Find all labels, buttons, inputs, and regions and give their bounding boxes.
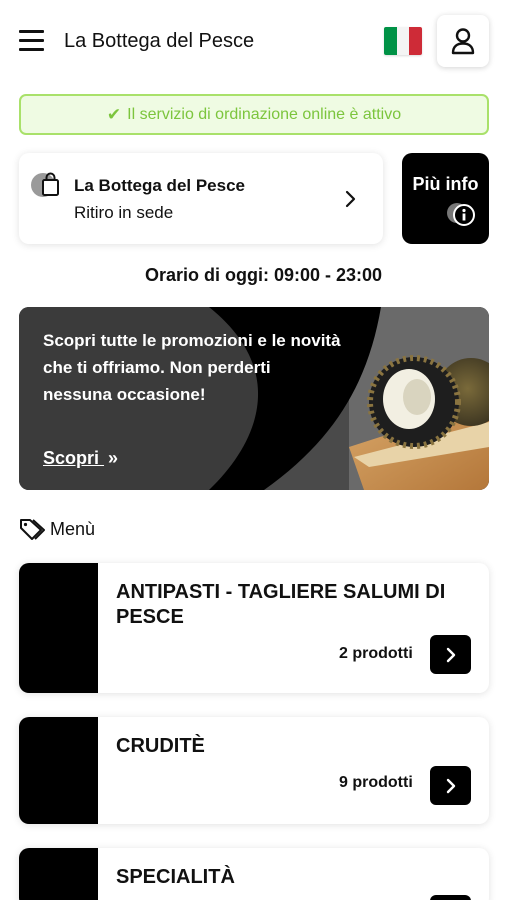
category-product-count: 2 prodotti <box>339 645 413 662</box>
shopping-bag-icon <box>31 172 59 197</box>
chevron-right-icon <box>446 647 455 662</box>
today-opening-hours: Orario di oggi: 09:00 - 23:00 <box>144 265 383 285</box>
category-image <box>19 848 98 900</box>
category-product-count: 9 prodotti <box>339 774 413 791</box>
user-account-button[interactable] <box>437 15 489 67</box>
italy-flag-icon[interactable] <box>384 27 422 55</box>
hamburger-icon[interactable] <box>19 30 44 51</box>
store-name: La Bottega del Pesce <box>74 176 246 195</box>
menu-category-card[interactable]: CRUDITÈ 9 prodotti <box>19 717 489 824</box>
chevron-right-icon <box>446 778 455 793</box>
tag-icon <box>20 519 45 540</box>
service-status-banner: ✔ Il servizio di ordinazione online è at… <box>19 94 489 135</box>
info-icon <box>447 203 475 226</box>
category-image <box>19 563 98 693</box>
category-title: SPECIALITÀ <box>116 866 235 888</box>
promo-text: Scopri tutte le promozioni e le novità c… <box>43 331 341 404</box>
menu-heading-label: Menù <box>50 518 96 539</box>
promo-discover-link[interactable]: Scopri » <box>43 448 118 469</box>
category-image <box>19 717 98 824</box>
page-title: La Bottega del Pesce <box>64 30 255 52</box>
store-selector-card[interactable] <box>19 153 383 244</box>
chevron-right-icon[interactable] <box>344 190 358 208</box>
menu-category-card[interactable]: ANTIPASTI - TAGLIERE SALUMI DI PESCE 2 p… <box>19 563 489 693</box>
open-category-button[interactable] <box>430 635 471 674</box>
user-icon <box>451 28 475 55</box>
double-chevron-right-icon: » <box>108 448 119 468</box>
open-category-button[interactable] <box>430 895 471 900</box>
promo-banner[interactable]: Scopri tutte le promozioni e le novità c… <box>19 307 489 490</box>
promo-link-label: Scopri <box>43 448 100 468</box>
check-icon: ✔ <box>106 104 122 124</box>
menu-section-heading: Menù <box>19 517 95 541</box>
store-pickup-mode: Ritiro in sede <box>74 203 174 222</box>
service-status-text: Il servizio di ordinazione online è atti… <box>127 105 402 123</box>
menu-category-card[interactable]: SPECIALITÀ <box>19 848 489 900</box>
more-info-button[interactable]: Più info <box>402 153 489 244</box>
more-info-label: Più info <box>412 174 479 194</box>
category-title: CRUDITÈ <box>116 735 205 757</box>
open-category-button[interactable] <box>430 766 471 805</box>
app-header: La Bottega del Pesce <box>0 0 507 82</box>
category-title: ANTIPASTI - TAGLIERE SALUMI DI PESCE <box>116 581 446 628</box>
